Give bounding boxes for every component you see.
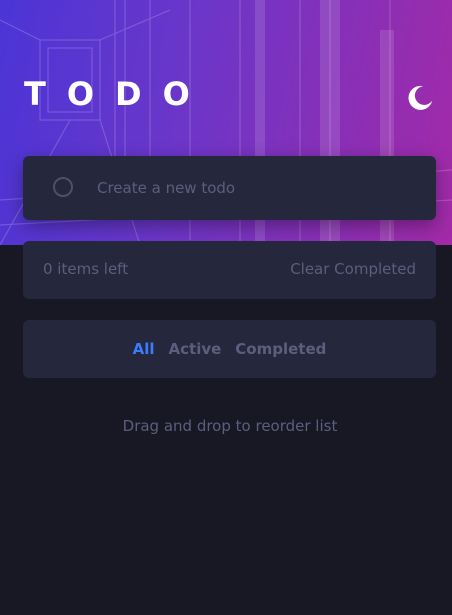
todo-list-footer: 0 items left Clear Completed bbox=[23, 241, 436, 299]
items-left-count: 0 items left bbox=[43, 260, 129, 278]
filter-bar: All Active Completed bbox=[23, 320, 436, 378]
theme-toggle-button[interactable] bbox=[402, 80, 438, 116]
page-title: TODO bbox=[24, 75, 211, 113]
moon-icon bbox=[408, 85, 433, 110]
drag-drop-hint: Drag and drop to reorder list bbox=[122, 417, 338, 435]
filter-all[interactable]: All bbox=[133, 340, 155, 358]
clear-completed-button[interactable]: Clear Completed bbox=[290, 260, 416, 278]
filter-active[interactable]: Active bbox=[169, 340, 222, 358]
circle-icon[interactable] bbox=[53, 177, 73, 197]
new-todo-input[interactable] bbox=[89, 168, 425, 208]
filter-completed[interactable]: Completed bbox=[235, 340, 326, 358]
new-todo-bar bbox=[23, 156, 436, 220]
